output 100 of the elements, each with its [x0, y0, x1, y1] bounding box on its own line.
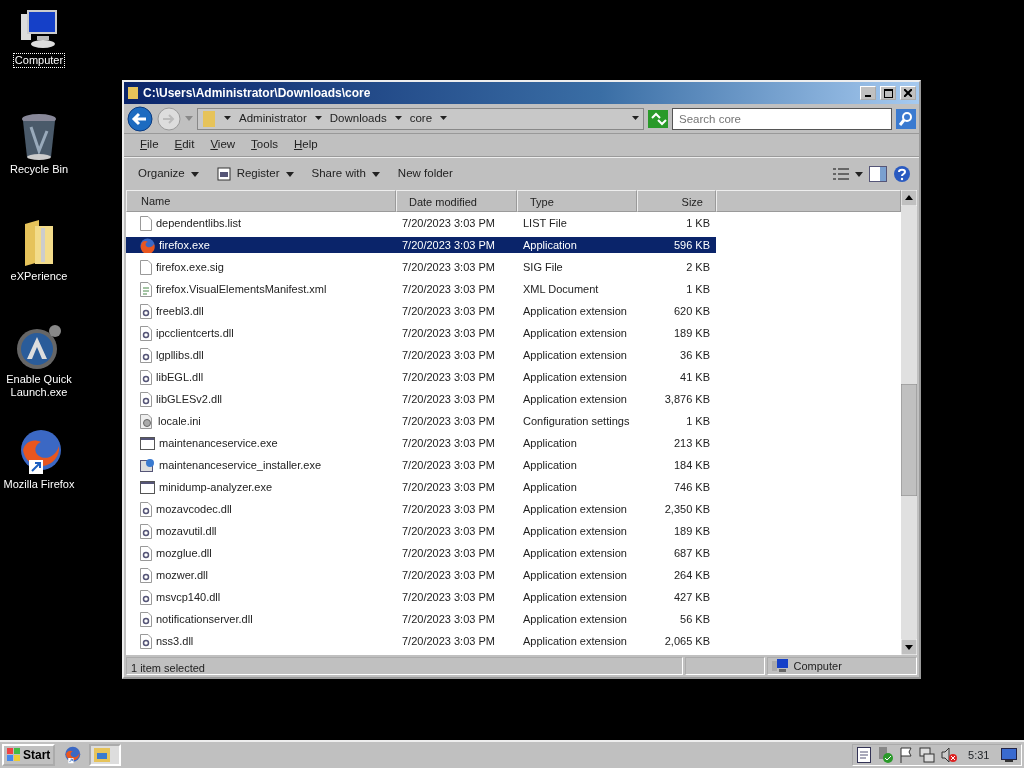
column-header[interactable]: Type	[517, 190, 637, 212]
caret-icon[interactable]	[855, 171, 863, 177]
table-cell: 2,065 KB	[664, 634, 710, 647]
network-icon[interactable]	[918, 747, 935, 763]
scroll-down-button[interactable]	[901, 639, 917, 655]
file-row[interactable]: mozavutil.dll	[126, 522, 396, 540]
file-name: minidump-analyzer.exe	[159, 479, 273, 495]
refresh-icon[interactable]	[648, 109, 668, 128]
search-field[interactable]: Search core	[672, 107, 892, 130]
table-cell: 2 KB	[686, 260, 710, 273]
help-icon[interactable]	[893, 165, 911, 183]
scrollbar-thumb[interactable]	[901, 384, 917, 496]
breadcrumb-item[interactable]: Administrator	[239, 109, 307, 128]
minimize-button[interactable]	[860, 86, 876, 100]
menu-item[interactable]: File	[132, 136, 167, 154]
close-button[interactable]	[900, 86, 916, 100]
column-header[interactable]: Size	[637, 190, 716, 212]
view-icon[interactable]	[833, 168, 849, 180]
table-cell: 7/20/2023 3:03 PM	[402, 568, 495, 581]
caret-icon[interactable]	[394, 116, 402, 121]
file-row[interactable]: minidump-analyzer.exe	[126, 478, 396, 496]
icon-label[interactable]: Mozilla Firefox	[2, 478, 76, 491]
toolbar-button[interactable]: Organize	[132, 163, 205, 185]
table-cell: 56 KB	[680, 612, 710, 625]
caret-icon[interactable]	[224, 116, 231, 121]
file-row[interactable]: maintenanceservice.exe	[126, 434, 396, 452]
table-cell: Application extension	[523, 370, 627, 383]
file-name: msvcp140.dll	[156, 589, 221, 605]
explorer-taskbar-button[interactable]	[89, 744, 122, 766]
caret-icon[interactable]	[371, 171, 380, 177]
recycle-bin-icon[interactable]	[19, 113, 59, 161]
column-header[interactable]: Name	[126, 190, 396, 212]
search-icon[interactable]	[896, 108, 916, 129]
application-icon	[140, 436, 155, 450]
flag-icon[interactable]	[898, 747, 913, 763]
file-row[interactable]: notificationserver.dll	[126, 610, 396, 628]
menu-item[interactable]: View	[202, 136, 244, 154]
launcher-icon[interactable]	[15, 323, 63, 371]
table-cell: Application extension	[523, 348, 627, 361]
speaker-muted-icon[interactable]	[940, 747, 957, 763]
file-row[interactable]: dependentlibs.list	[126, 214, 396, 232]
close-icon[interactable]	[904, 89, 912, 97]
file-row[interactable]: nss3.dll	[126, 632, 396, 650]
table-cell: 264 KB	[673, 568, 710, 581]
document-icon[interactable]	[856, 747, 871, 763]
table-cell: 7/20/2023 3:03 PM	[402, 546, 495, 559]
caret-icon[interactable]	[285, 171, 294, 177]
file-row[interactable]: msvcp140.dll	[126, 588, 396, 606]
file-row[interactable]: firefox.VisualElementsManifest.xml	[126, 280, 396, 298]
file-row[interactable]: lgpllibs.dll	[126, 346, 396, 364]
file-row[interactable]: mozwer.dll	[126, 566, 396, 584]
folder-icon	[202, 109, 216, 128]
start-button[interactable]: Start	[2, 744, 56, 766]
clock: 5:31	[968, 747, 990, 763]
caret-icon[interactable]	[190, 171, 199, 177]
menu-item[interactable]: Edit	[166, 136, 203, 154]
file-row[interactable]: freebl3.dll	[126, 302, 396, 320]
toolbar-button[interactable]: Register	[210, 163, 300, 185]
toolbar-button[interactable]: Share with	[305, 163, 386, 185]
back-icon[interactable]	[127, 105, 153, 132]
show-desktop-icon[interactable]	[1001, 748, 1017, 762]
table-cell: Application	[523, 436, 577, 449]
table-cell: 1 KB	[686, 282, 710, 295]
table-cell: 7/20/2023 3:03 PM	[402, 590, 495, 603]
table-cell: 2,350 KB	[664, 502, 710, 515]
file-row[interactable]: maintenanceservice_installer.exe	[126, 456, 396, 474]
column-header[interactable]: Date modified	[396, 190, 517, 212]
toolbar-button[interactable]: New folder	[391, 163, 459, 185]
table-cell: Application extension	[523, 326, 627, 339]
table-cell: 7/20/2023 3:03 PM	[402, 524, 495, 537]
shield-check-icon[interactable]	[876, 747, 893, 763]
scroll-up-button[interactable]	[901, 190, 917, 206]
breadcrumb-item[interactable]: Downloads	[329, 109, 387, 128]
menu-item[interactable]: Tools	[243, 136, 286, 154]
menu-item[interactable]: Help	[285, 136, 326, 154]
file-row[interactable]: libEGL.dll	[126, 368, 396, 386]
file-row[interactable]: libGLESv2.dll	[126, 390, 396, 408]
register-icon[interactable]	[216, 167, 231, 181]
table-cell: 7/20/2023 3:03 PM	[402, 414, 495, 427]
icon-label[interactable]: Computer	[13, 54, 65, 67]
caret-icon[interactable]	[632, 116, 639, 121]
file-row[interactable]: ipcclientcerts.dll	[126, 324, 396, 342]
breadcrumb-item[interactable]: core	[409, 109, 433, 128]
file-row[interactable]: firefox.exe	[126, 236, 396, 254]
icon-label[interactable]: Enable Quick Launch.exe	[0, 373, 78, 399]
table-cell: 596 KB	[673, 238, 710, 251]
icon-label[interactable]: Recycle Bin	[8, 163, 70, 176]
table-cell: 36 KB	[680, 348, 710, 361]
caret-icon[interactable]	[440, 116, 448, 121]
caret-icon[interactable]	[314, 116, 322, 121]
file-row[interactable]: firefox.exe.sig	[126, 258, 396, 276]
document-icon	[140, 281, 152, 297]
table-cell: 7/20/2023 3:03 PM	[402, 612, 495, 625]
icon-label[interactable]: eXPerience	[9, 270, 69, 283]
table-cell: 7/20/2023 3:03 PM	[402, 392, 495, 405]
file-row[interactable]: mozglue.dll	[126, 544, 396, 562]
file-row[interactable]: mozavcodec.dll	[126, 500, 396, 518]
installer-icon	[140, 457, 155, 473]
preview-pane-icon[interactable]	[869, 166, 887, 182]
file-row[interactable]: locale.ini	[126, 412, 396, 430]
